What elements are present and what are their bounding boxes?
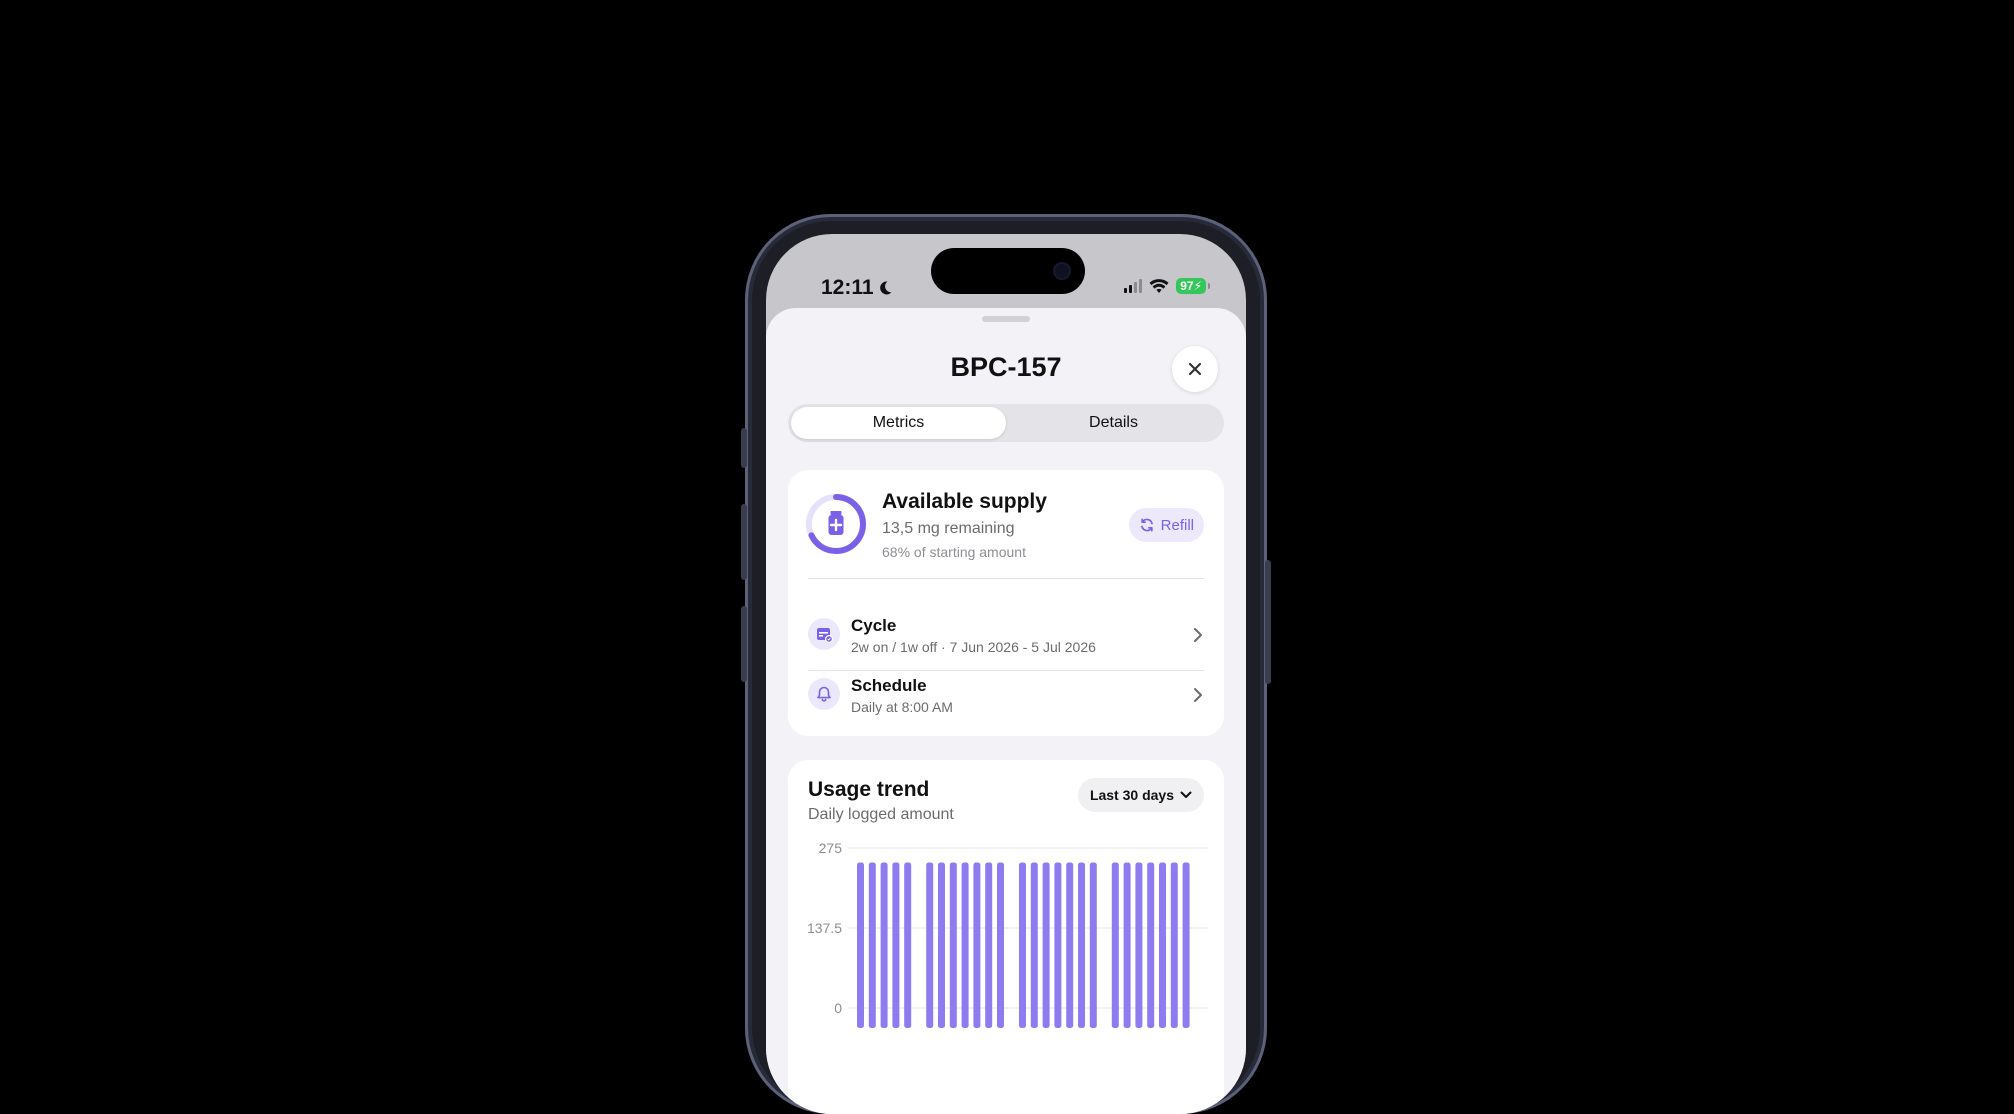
usage-bar [1030, 862, 1038, 1028]
usage-bar [1182, 862, 1190, 1028]
refill-button[interactable]: Refill [1128, 508, 1204, 542]
phone-screen: 12:11 97⚡ BPC-157 Metrics Details Availa… [766, 234, 1246, 1114]
segmented-control: Metrics Details [788, 404, 1224, 442]
schedule-title: Schedule [851, 676, 927, 695]
usage-trend-card: Usage trend Daily logged amount Last 30 … [788, 760, 1224, 1114]
cycle-subtitle: 2w on / 1w off · 7 Jun 2026 - 5 Jul 2026 [851, 639, 1096, 655]
trend-subtitle: Daily logged amount [808, 806, 954, 823]
usage-bar [904, 862, 912, 1028]
status-time: 12:11 [821, 276, 893, 300]
usage-bar [997, 862, 1004, 1028]
camera [1055, 264, 1069, 278]
close-button[interactable] [1172, 346, 1218, 392]
refresh-icon [1140, 518, 1153, 532]
usage-bar [949, 862, 957, 1028]
usage-bar [1019, 862, 1026, 1028]
usage-bar [1089, 862, 1097, 1028]
usage-bar [857, 862, 864, 1028]
bell-icon [808, 678, 840, 710]
usage-bar [1066, 862, 1074, 1028]
usage-chart: 275 137.5 0 [807, 840, 1208, 1028]
usage-bar [985, 862, 993, 1028]
usage-bar [1111, 862, 1119, 1028]
calendar-icon [808, 618, 840, 650]
phone-frame: 12:11 97⚡ BPC-157 Metrics Details Availa… [741, 214, 1271, 1114]
close-icon [1188, 362, 1202, 376]
usage-bar [973, 862, 981, 1028]
cycle-title: Cycle [851, 616, 897, 635]
y-tick-label: 0 [834, 1000, 842, 1016]
usage-bar [1078, 862, 1085, 1028]
schedule-subtitle: Daily at 8:00 AM [851, 699, 953, 715]
tab-details[interactable]: Details [1006, 407, 1221, 439]
usage-bar [1054, 862, 1062, 1028]
volume-down-button [741, 606, 747, 682]
supply-remaining: 13,5 mg remaining [882, 520, 1015, 537]
trend-title: Usage trend [808, 778, 930, 801]
y-tick-label: 137.5 [807, 920, 842, 936]
usage-bar [1135, 862, 1143, 1028]
supply-title: Available supply [882, 490, 1047, 513]
usage-bar [892, 862, 900, 1028]
sheet-grabber[interactable] [982, 316, 1030, 322]
tab-metrics[interactable]: Metrics [791, 407, 1006, 439]
signal-icon [1124, 279, 1143, 293]
battery-icon: 97⚡ [1176, 278, 1210, 294]
usage-bar [868, 862, 876, 1028]
usage-bar [926, 862, 934, 1028]
range-dropdown[interactable]: Last 30 days [1077, 778, 1204, 812]
usage-bar [880, 862, 888, 1028]
y-tick-label: 275 [819, 840, 843, 856]
chevron-right-icon [1194, 628, 1202, 642]
volume-up-button [741, 504, 747, 580]
usage-bar [1170, 862, 1178, 1028]
usage-bar [1123, 862, 1131, 1028]
usage-bar [1147, 862, 1155, 1028]
action-button [741, 428, 747, 468]
usage-bar [1042, 862, 1050, 1028]
usage-bar [961, 862, 969, 1028]
card-divider [808, 578, 1204, 579]
usage-bar [1159, 862, 1166, 1028]
detail-sheet: BPC-157 Metrics Details Available supply… [766, 308, 1246, 1114]
supply-card: Available supply 13,5 mg remaining 68% o… [788, 470, 1224, 736]
dynamic-island [931, 248, 1085, 294]
moon-icon [879, 281, 892, 295]
supply-percent: 68% of starting amount [882, 544, 1026, 560]
chevron-down-icon [1180, 791, 1192, 798]
status-indicators: 97⚡ [1124, 278, 1210, 294]
usage-bar [938, 862, 945, 1028]
power-button [1265, 560, 1271, 684]
chevron-right-icon [1194, 688, 1202, 702]
vial-icon [828, 511, 844, 535]
wifi-icon [1149, 278, 1169, 293]
supply-ring [806, 494, 866, 554]
cycle-row[interactable]: Cycle 2w on / 1w off · 7 Jun 2026 - 5 Ju… [808, 606, 1204, 664]
schedule-row[interactable]: Schedule Daily at 8:00 AM [808, 666, 1204, 724]
